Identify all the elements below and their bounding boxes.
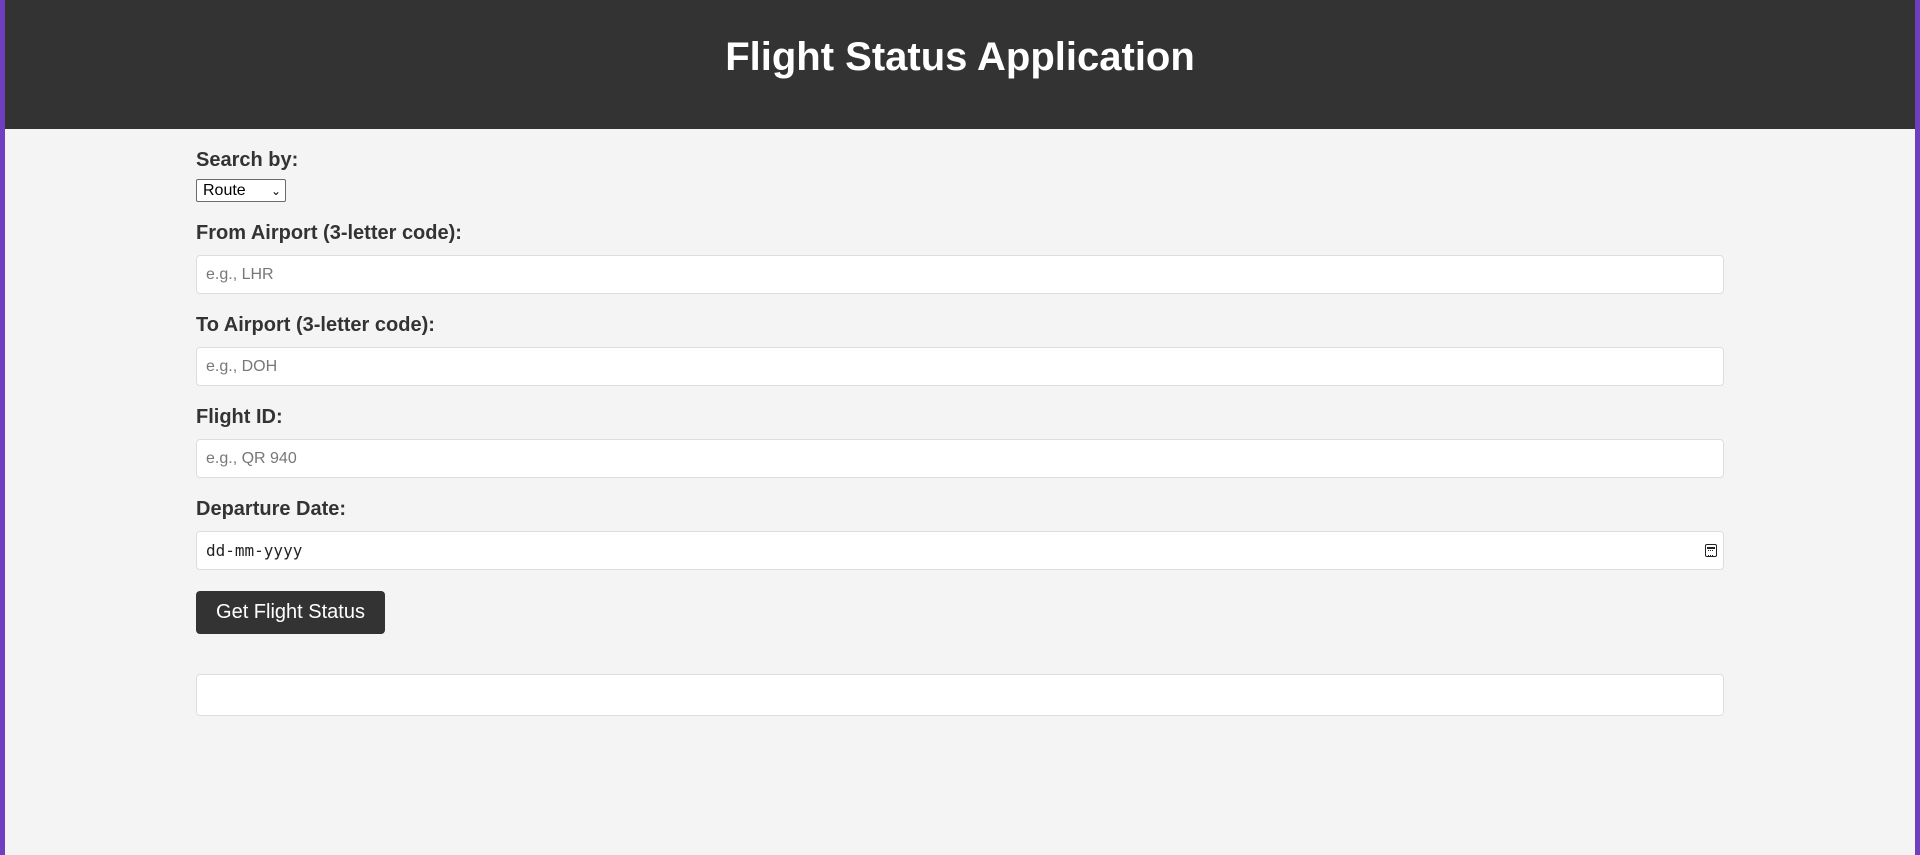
app-header: Flight Status Application (5, 0, 1915, 129)
flight-id-field[interactable] (196, 439, 1724, 478)
flight-id-label: Flight ID: (196, 406, 283, 428)
calendar-icon[interactable] (1705, 544, 1717, 557)
from-airport-field[interactable] (196, 255, 1724, 294)
search-by-selected-value: Route (203, 181, 246, 199)
flight-status-form: Search by: Route ⌄ From Airport (3-lette… (196, 129, 1724, 716)
flight-status-result (196, 674, 1724, 716)
search-by-select[interactable]: Route ⌄ (196, 179, 286, 202)
departure-date-label: Departure Date: (196, 498, 347, 520)
departure-date-input[interactable]: dd-mm-yyyy (196, 531, 1724, 570)
flight-id-input[interactable] (206, 449, 1714, 468)
get-flight-status-button[interactable]: Get Flight Status (196, 591, 385, 634)
from-airport-label: From Airport (3-letter code): (196, 222, 462, 244)
page-title: Flight Status Application (725, 35, 1195, 79)
chevron-down-icon: ⌄ (270, 183, 281, 198)
to-airport-input[interactable] (206, 357, 1714, 376)
to-airport-label: To Airport (3-letter code): (196, 314, 435, 336)
departure-date-placeholder: dd-mm-yyyy (206, 541, 303, 560)
to-airport-field[interactable] (196, 347, 1724, 386)
window-frame-right (1915, 0, 1920, 855)
search-by-label: Search by: (196, 149, 299, 171)
from-airport-input[interactable] (206, 265, 1714, 284)
